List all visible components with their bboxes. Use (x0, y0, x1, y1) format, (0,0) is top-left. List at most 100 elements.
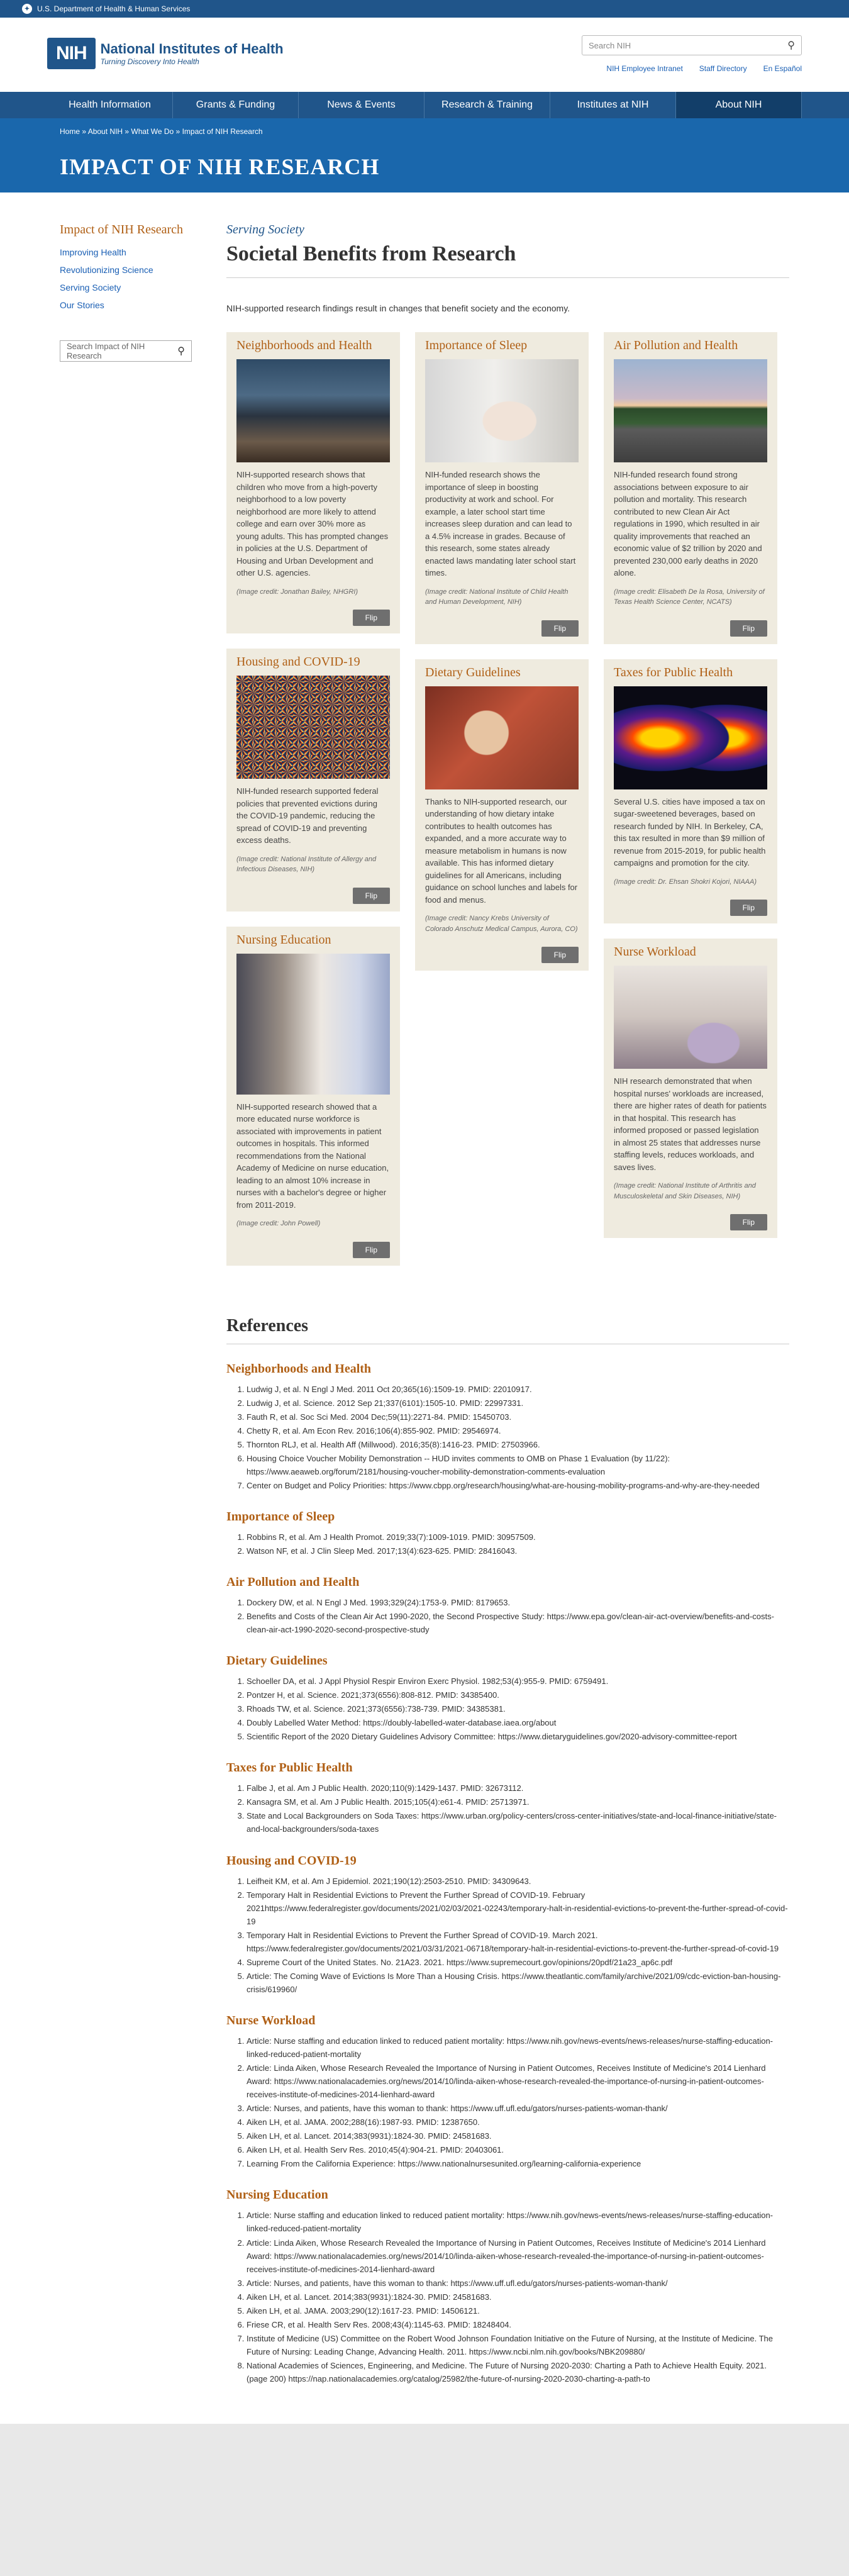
card-text: NIH-supported research shows that childr… (236, 470, 389, 577)
reference-item[interactable]: Article: Nurses, and patients, have this… (247, 2102, 789, 2115)
search-icon[interactable]: ⚲ (177, 345, 185, 357)
reference-group: Housing and COVID-19 Leifheit KM, et al. … (226, 1854, 789, 1996)
reference-item[interactable]: Scientific Report of the 2020 Dietary Gu… (247, 1730, 789, 1743)
sidebar-item-revolutionizing-science[interactable]: Revolutionizing Science (60, 265, 153, 275)
reference-item[interactable]: Chetty R, et al. Am Econ Rev. 2016;106(4… (247, 1424, 789, 1437)
reference-group: Importance of Sleep Robbins R, et al. Am … (226, 1510, 789, 1558)
reference-item[interactable]: Dockery DW, et al. N Engl J Med. 1993;32… (247, 1596, 789, 1609)
reference-item[interactable]: Aiken LH, et al. JAMA. 2002;288(16):1987… (247, 2116, 789, 2129)
reference-list: Schoeller DA, et al. J Appl Physiol Resp… (226, 1675, 789, 1743)
sidebar-item-serving-society[interactable]: Serving Society (60, 282, 121, 293)
reference-item[interactable]: Article: Nurse staffing and education li… (247, 2209, 789, 2235)
flip-button[interactable]: Flip (352, 887, 390, 904)
util-link-staff-directory[interactable]: Staff Directory (699, 64, 747, 73)
reference-group: Neighborhoods and Health Ludwig J, et al.… (226, 1362, 789, 1492)
logo-title: National Institutes of Health (100, 41, 284, 57)
reference-list: Falbe J, et al. Am J Public Health. 2020… (226, 1781, 789, 1836)
flip-button[interactable]: Flip (730, 620, 767, 637)
sidebar-search-input[interactable]: Search Impact of NIH Research ⚲ (60, 340, 192, 362)
reference-item[interactable]: Learning From the California Experience:… (247, 2157, 789, 2170)
utility-links: NIH Employee Intranet Staff Directory En… (606, 64, 802, 73)
sidebar-item-our-stories[interactable]: Our Stories (60, 300, 104, 310)
reference-item[interactable]: Article: Linda Aiken, Whose Research Rev… (247, 2236, 789, 2276)
flip-cards: Neighborhoods and Health NIH-supported r… (226, 332, 789, 1266)
reference-item[interactable]: Article: Nurses, and patients, have this… (247, 2277, 789, 2290)
reference-item[interactable]: Schoeller DA, et al. J Appl Physiol Resp… (247, 1675, 789, 1688)
reference-item[interactable]: Pontzer H, et al. Science. 2021;373(6556… (247, 1688, 789, 1702)
reference-item[interactable]: Supreme Court of the United States. No. … (247, 1956, 789, 1969)
card-dietary-guidelines: Dietary Guidelines Thanks to NIH-support… (415, 659, 589, 971)
reference-item[interactable]: Institute of Medicine (US) Committee on … (247, 2332, 789, 2358)
breadcrumb: Home » About NIH » What We Do » Impact o… (60, 127, 263, 136)
reference-item[interactable]: Aiken LH, et al. Health Serv Res. 2010;4… (247, 2143, 789, 2156)
flip-button[interactable]: Flip (730, 1214, 767, 1230)
reference-item[interactable]: Doubly Labelled Water Method: https://do… (247, 1716, 789, 1729)
site-search-placeholder: Search NIH (589, 40, 631, 50)
card-credit: (Image credit: Elisabeth De la Rosa, Uni… (614, 588, 765, 606)
reference-item[interactable]: Kansagra SM, et al. Am J Public Health. … (247, 1795, 789, 1809)
reference-item[interactable]: Robbins R, et al. Am J Health Promot. 20… (247, 1531, 789, 1544)
hhs-link[interactable]: U.S. Department of Health & Human Servic… (37, 4, 190, 13)
nav-about-nih[interactable]: About NIH (676, 92, 802, 118)
reference-item[interactable]: Thornton RLJ, et al. Health Aff (Millwoo… (247, 1438, 789, 1451)
reference-item[interactable]: Center on Budget and Policy Priorities: … (247, 1479, 789, 1492)
reference-item[interactable]: Aiken LH, et al. Lancet. 2014;383(9931):… (247, 2129, 789, 2143)
card-credit: (Image credit: National Institute of Art… (614, 1182, 756, 1200)
reference-item[interactable]: Housing Choice Voucher Mobility Demonstr… (247, 1452, 789, 1478)
reference-item[interactable]: State and Local Backgrounders on Soda Ta… (247, 1809, 789, 1836)
reference-item[interactable]: Watson NF, et al. J Clin Sleep Med. 2017… (247, 1544, 789, 1558)
util-link-espanol[interactable]: En Español (763, 64, 802, 73)
util-link-intranet[interactable]: NIH Employee Intranet (606, 64, 682, 73)
reference-item[interactable]: Aiken LH, et al. Lancet. 2014;383(9931):… (247, 2290, 789, 2304)
reference-item[interactable]: Leifheit KM, et al. Am J Epidemiol. 2021… (247, 1875, 789, 1888)
card-title: Nurse Workload (614, 945, 696, 959)
card-title: Nursing Education (236, 932, 331, 947)
flip-button[interactable]: Flip (541, 947, 579, 963)
reference-item[interactable]: Benefits and Costs of the Clean Air Act … (247, 1610, 789, 1636)
reference-item[interactable]: Fauth R, et al. Soc Sci Med. 2004 Dec;59… (247, 1410, 789, 1424)
nih-logo[interactable]: NIH National Institutes of Health Turnin… (47, 38, 284, 69)
reference-item[interactable]: Aiken LH, et al. JAMA. 2003;290(12):1617… (247, 2304, 789, 2317)
card-credit: (Image credit: Jonathan Bailey, NHGRI) (236, 588, 358, 596)
card-image (236, 359, 390, 462)
breadcrumb-about[interactable]: About NIH (88, 127, 123, 136)
reference-item[interactable]: Article: Linda Aiken, Whose Research Rev… (247, 2061, 789, 2101)
nav-research-training[interactable]: Research & Training (425, 92, 550, 118)
reference-item[interactable]: Article: The Coming Wave of Evictions Is… (247, 1970, 789, 1996)
reference-item[interactable]: Ludwig J, et al. Science. 2012 Sep 21;33… (247, 1397, 789, 1410)
card-text: NIH research demonstrated that when hosp… (614, 1076, 767, 1172)
reference-list: Ludwig J, et al. N Engl J Med. 2011 Oct … (226, 1383, 789, 1492)
reference-item[interactable]: Article: Nurse staffing and education li… (247, 2034, 789, 2061)
nav-institutes[interactable]: Institutes at NIH (550, 92, 676, 118)
site-search-input[interactable]: Search NIH ⚲ (582, 35, 802, 55)
reference-item[interactable]: National Academies of Sciences, Engineer… (247, 2359, 789, 2385)
reference-list: Article: Nurse staffing and education li… (226, 2034, 789, 2170)
reference-item[interactable]: Falbe J, et al. Am J Public Health. 2020… (247, 1781, 789, 1795)
nav-grants-funding[interactable]: Grants & Funding (173, 92, 299, 118)
reference-item[interactable]: Rhoads TW, et al. Science. 2021;373(6556… (247, 1702, 789, 1715)
flip-button[interactable]: Flip (730, 900, 767, 916)
nav-news-events[interactable]: News & Events (299, 92, 425, 118)
reference-item[interactable]: Temporary Halt in Residential Evictions … (247, 1929, 789, 1955)
flip-button[interactable]: Flip (352, 1241, 390, 1258)
section-kicker: Serving Society (226, 223, 304, 237)
search-icon[interactable]: ⚲ (787, 39, 795, 52)
flip-button[interactable]: Flip (352, 610, 390, 626)
flip-button[interactable]: Flip (541, 620, 579, 637)
breadcrumb-current: Impact of NIH Research (182, 127, 263, 136)
breadcrumb-home[interactable]: Home (60, 127, 80, 136)
nav-health-information[interactable]: Health Information (47, 92, 173, 118)
reference-item[interactable]: Friese CR, et al. Health Serv Res. 2008;… (247, 2318, 789, 2331)
card-credit: (Image credit: John Powell) (236, 1220, 321, 1227)
card-credit: (Image credit: National Institute of All… (236, 855, 377, 874)
intro-text: NIH-supported research findings result i… (226, 303, 570, 313)
sidebar-item-improving-health[interactable]: Improving Health (60, 247, 126, 257)
reference-item[interactable]: Ludwig J, et al. N Engl J Med. 2011 Oct … (247, 1383, 789, 1396)
sidebar-title[interactable]: Impact of NIH Research (60, 223, 192, 237)
reference-item[interactable]: Temporary Halt in Residential Evictions … (247, 1888, 789, 1928)
card-image (425, 359, 579, 462)
reference-group-heading: Nurse Workload (226, 2013, 316, 2027)
breadcrumb-what-we-do[interactable]: What We Do (131, 127, 174, 136)
reference-group-heading: Nursing Education (226, 2188, 328, 2202)
site-header: NIH National Institutes of Health Turnin… (0, 18, 849, 92)
